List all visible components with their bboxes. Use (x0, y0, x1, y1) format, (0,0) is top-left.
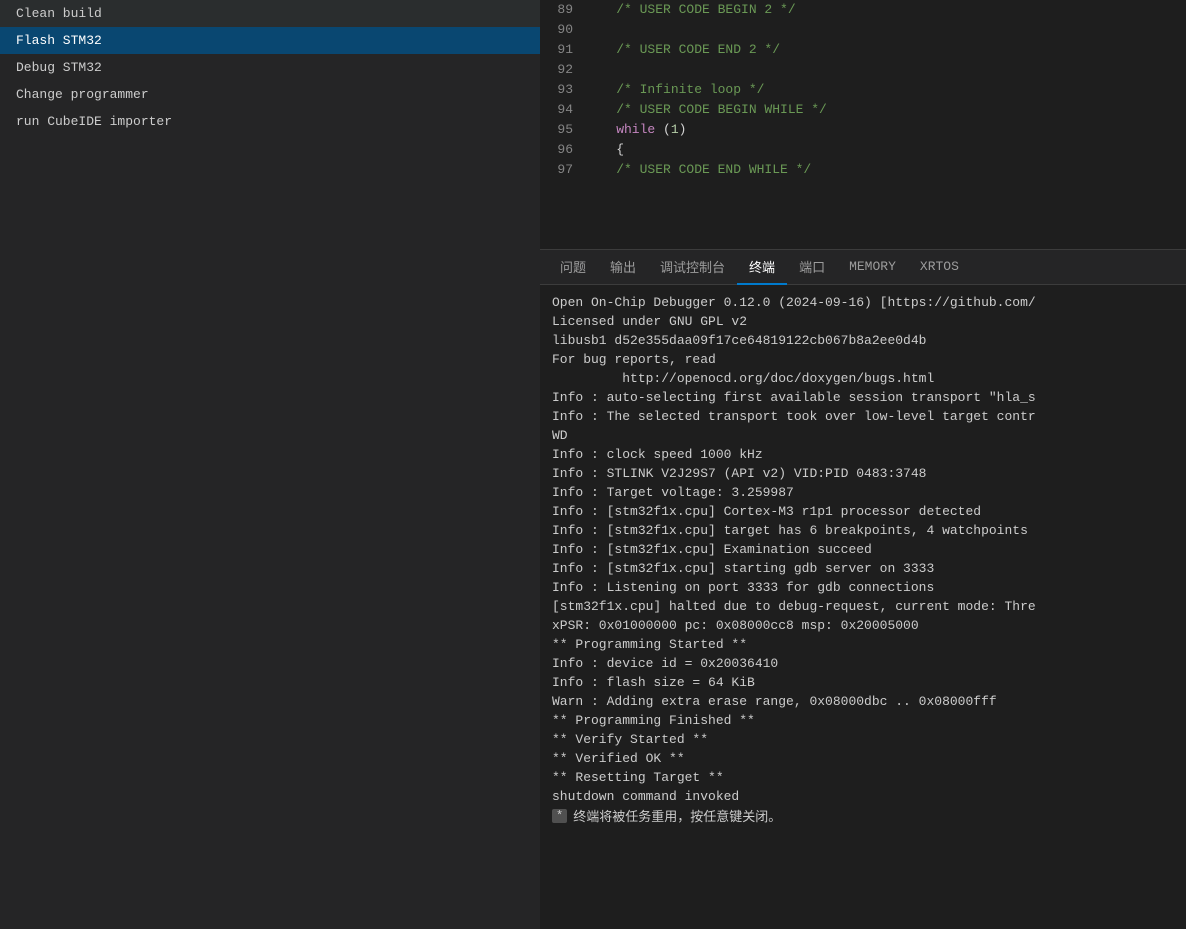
line-content: /* Infinite loop */ (585, 80, 764, 100)
code-lines: 89 /* USER CODE BEGIN 2 */9091 /* USER C… (540, 0, 1186, 249)
terminal-tab-memory[interactable]: MEMORY (837, 250, 908, 285)
terminal-line: ** Verify Started ** (552, 730, 1174, 749)
code-line: 90 (540, 20, 1186, 40)
terminal-line: For bug reports, read (552, 350, 1174, 369)
terminal-line: [stm32f1x.cpu] halted due to debug-reque… (552, 597, 1174, 616)
terminal-output: Open On-Chip Debugger 0.12.0 (2024-09-16… (540, 285, 1186, 929)
terminal-panel: 问题输出调试控制台终端端口MEMORYXRTOS Open On-Chip De… (540, 249, 1186, 929)
line-number: 89 (540, 0, 585, 20)
sidebar: Clean buildFlash STM32Debug STM32Change … (0, 0, 540, 929)
line-number: 95 (540, 120, 585, 140)
terminal-tab-ports[interactable]: 端口 (787, 250, 837, 285)
terminal-line: Info : auto-selecting first available se… (552, 388, 1174, 407)
terminal-star-message: 终端将被任务重用，按任意键关闭。 (573, 806, 781, 825)
line-content: /* USER CODE END 2 */ (585, 40, 780, 60)
terminal-line: http://openocd.org/doc/doxygen/bugs.html (552, 369, 1174, 388)
terminal-star-badge: * (552, 809, 567, 823)
line-number: 90 (540, 20, 585, 40)
terminal-tab-terminal[interactable]: 终端 (737, 250, 787, 285)
terminal-line: Info : [stm32f1x.cpu] starting gdb serve… (552, 559, 1174, 578)
terminal-tab-output[interactable]: 输出 (598, 250, 648, 285)
code-area: 89 /* USER CODE BEGIN 2 */9091 /* USER C… (540, 0, 1186, 249)
line-content: /* USER CODE BEGIN WHILE */ (585, 100, 827, 120)
line-number: 94 (540, 100, 585, 120)
terminal-line: Info : Target voltage: 3.259987 (552, 483, 1174, 502)
terminal-line: Info : [stm32f1x.cpu] Examination succee… (552, 540, 1174, 559)
line-content: /* USER CODE END WHILE */ (585, 160, 811, 180)
line-number: 97 (540, 160, 585, 180)
code-line: 91 /* USER CODE END 2 */ (540, 40, 1186, 60)
terminal-line: Info : STLINK V2J29S7 (API v2) VID:PID 0… (552, 464, 1174, 483)
code-line: 97 /* USER CODE END WHILE */ (540, 160, 1186, 180)
terminal-line: Info : [stm32f1x.cpu] Cortex-M3 r1p1 pro… (552, 502, 1174, 521)
terminal-line: ** Verified OK ** (552, 749, 1174, 768)
terminal-star-line: * 终端将被任务重用，按任意键关闭。 (552, 806, 1174, 825)
terminal-line: Open On-Chip Debugger 0.12.0 (2024-09-16… (552, 293, 1174, 312)
terminal-line: Info : Listening on port 3333 for gdb co… (552, 578, 1174, 597)
line-number: 96 (540, 140, 585, 160)
terminal-line: Info : clock speed 1000 kHz (552, 445, 1174, 464)
terminal-line: Warn : Adding extra erase range, 0x08000… (552, 692, 1174, 711)
terminal-line: Info : [stm32f1x.cpu] target has 6 break… (552, 521, 1174, 540)
line-number: 93 (540, 80, 585, 100)
terminal-line: ** Resetting Target ** (552, 768, 1174, 787)
sidebar-item-change-programmer[interactable]: Change programmer (0, 81, 540, 108)
terminal-tab-problems[interactable]: 问题 (548, 250, 598, 285)
terminal-line: shutdown command invoked (552, 787, 1174, 806)
line-number: 91 (540, 40, 585, 60)
terminal-line: Info : device id = 0x20036410 (552, 654, 1174, 673)
terminal-line: ** Programming Started ** (552, 635, 1174, 654)
sidebar-item-debug-stm32[interactable]: Debug STM32 (0, 54, 540, 81)
terminal-line: ** Programming Finished ** (552, 711, 1174, 730)
terminal-tab-debug-console[interactable]: 调试控制台 (648, 250, 737, 285)
code-line: 93 /* Infinite loop */ (540, 80, 1186, 100)
sidebar-item-run-cubeide-importer[interactable]: run CubeIDE importer (0, 108, 540, 135)
terminal-line: xPSR: 0x01000000 pc: 0x08000cc8 msp: 0x2… (552, 616, 1174, 635)
right-panel: 89 /* USER CODE BEGIN 2 */9091 /* USER C… (540, 0, 1186, 929)
line-content: /* USER CODE BEGIN 2 */ (585, 0, 796, 20)
terminal-line: Info : The selected transport took over … (552, 407, 1174, 426)
code-line: 94 /* USER CODE BEGIN WHILE */ (540, 100, 1186, 120)
terminal-line: Info : flash size = 64 KiB (552, 673, 1174, 692)
code-line: 95 while (1) (540, 120, 1186, 140)
code-line: 92 (540, 60, 1186, 80)
terminal-line: WD (552, 426, 1174, 445)
terminal-line: libusb1 d52e355daa09f17ce64819122cb067b8… (552, 331, 1174, 350)
line-content: { (585, 140, 624, 160)
terminal-tab-xrtos[interactable]: XRTOS (908, 250, 971, 285)
terminal-line: Licensed under GNU GPL v2 (552, 312, 1174, 331)
sidebar-item-clean-build[interactable]: Clean build (0, 0, 540, 27)
code-line: 96 { (540, 140, 1186, 160)
line-content: while (1) (585, 120, 686, 140)
line-number: 92 (540, 60, 585, 80)
sidebar-item-flash-stm32[interactable]: Flash STM32 (0, 27, 540, 54)
terminal-tabs: 问题输出调试控制台终端端口MEMORYXRTOS (540, 250, 1186, 285)
code-line: 89 /* USER CODE BEGIN 2 */ (540, 0, 1186, 20)
